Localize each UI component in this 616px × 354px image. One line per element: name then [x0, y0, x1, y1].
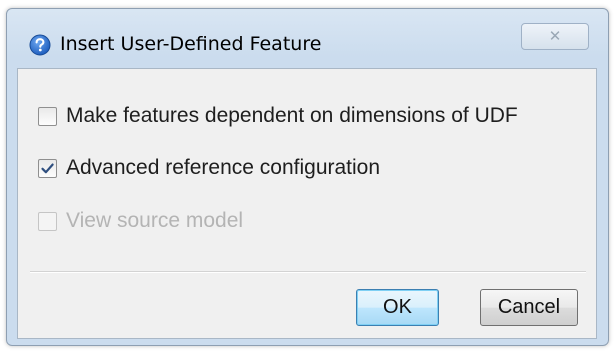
separator	[30, 271, 586, 273]
close-button[interactable]: ✕	[521, 23, 589, 50]
help-question-icon	[29, 34, 51, 56]
option-dependent-dimensions[interactable]: Make features dependent on dimensions of…	[38, 104, 518, 128]
option-view-source-model: View source model	[38, 209, 243, 233]
advanced-reference-checkbox[interactable]	[38, 158, 57, 178]
dialog-title: Insert User-Defined Feature	[60, 33, 322, 55]
view-source-model-label: View source model	[66, 209, 244, 232]
dependent-dimensions-label[interactable]: Make features dependent on dimensions of…	[66, 104, 518, 128]
title-bar[interactable]: Insert User-Defined Feature ✕	[7, 9, 608, 67]
cancel-button[interactable]: Cancel	[480, 289, 578, 326]
checkmark-icon	[41, 163, 54, 173]
dialog-content: Make features dependent on dimensions of…	[17, 68, 597, 339]
option-advanced-reference[interactable]: Advanced reference configuration	[38, 156, 380, 180]
dialog-window: Insert User-Defined Feature ✕ Make featu…	[6, 8, 609, 346]
advanced-reference-label[interactable]: Advanced reference configuration	[66, 156, 380, 180]
ok-button[interactable]: OK	[356, 289, 439, 326]
dependent-dimensions-checkbox[interactable]	[38, 106, 57, 126]
view-source-model-checkbox	[38, 211, 57, 231]
close-icon: ✕	[548, 27, 562, 45]
